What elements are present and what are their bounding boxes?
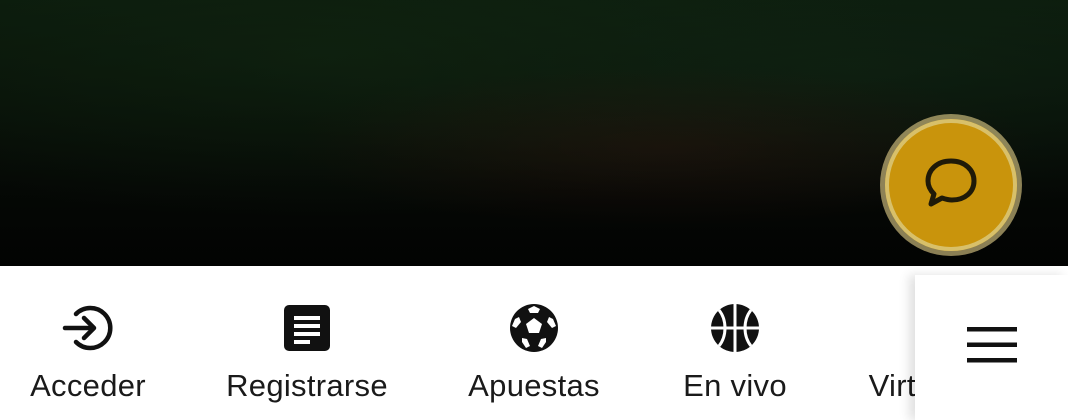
- login-icon: [62, 302, 114, 354]
- nav-item-apuestas[interactable]: Apuestas: [450, 266, 618, 420]
- nav-item-registrarse[interactable]: Registrarse: [210, 266, 404, 420]
- soccer-ball-icon: [508, 302, 560, 354]
- nav-item-acceder[interactable]: Acceder: [0, 266, 176, 420]
- chat-button[interactable]: [885, 119, 1017, 251]
- register-document-icon: [281, 302, 333, 354]
- nav-item-en-vivo[interactable]: En vivo: [670, 266, 800, 420]
- hamburger-menu-icon: [966, 325, 1018, 370]
- nav-label: En vivo: [683, 368, 787, 403]
- nav-label: Registrarse: [226, 368, 388, 403]
- nav-label: Apuestas: [468, 368, 600, 403]
- basketball-icon: [709, 302, 761, 354]
- chat-bubble-icon: [921, 153, 981, 218]
- app-screen: Acceder Registrarse Apuestas En vivo: [0, 0, 1068, 420]
- bottom-navigation-bar: Acceder Registrarse Apuestas En vivo: [0, 266, 1068, 420]
- nav-label: Acceder: [30, 368, 146, 403]
- menu-button[interactable]: [915, 275, 1068, 420]
